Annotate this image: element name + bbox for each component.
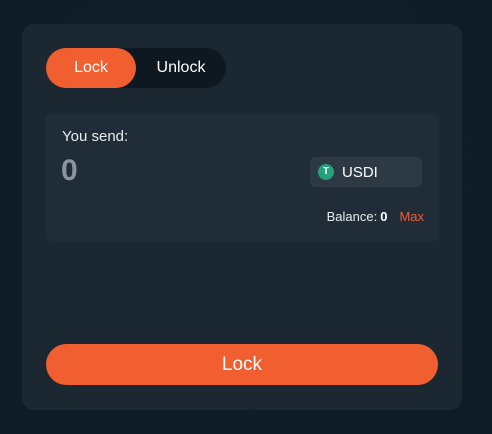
lock-card: Lock Unlock You send: T USDI Balance: 0 … bbox=[22, 24, 462, 410]
max-button[interactable]: Max bbox=[399, 209, 424, 224]
amount-input[interactable] bbox=[61, 153, 261, 189]
balance-label: Balance: bbox=[326, 209, 378, 224]
tether-icon: T bbox=[318, 164, 334, 180]
balance-value: 0 bbox=[380, 209, 388, 224]
tab-lock[interactable]: Lock bbox=[46, 48, 136, 88]
token-select[interactable]: T USDI bbox=[310, 157, 422, 187]
page: Lock Unlock You send: T USDI Balance: 0 … bbox=[0, 0, 492, 434]
lock-button[interactable]: Lock bbox=[46, 344, 438, 385]
mode-toggle: Lock Unlock bbox=[46, 48, 226, 88]
balance-row: Balance: 0 Max bbox=[327, 209, 424, 224]
tab-unlock[interactable]: Unlock bbox=[136, 48, 226, 88]
send-panel: You send: T USDI Balance: 0 Max bbox=[45, 113, 439, 241]
send-label: You send: bbox=[62, 128, 129, 145]
token-name: USDI bbox=[342, 163, 378, 181]
